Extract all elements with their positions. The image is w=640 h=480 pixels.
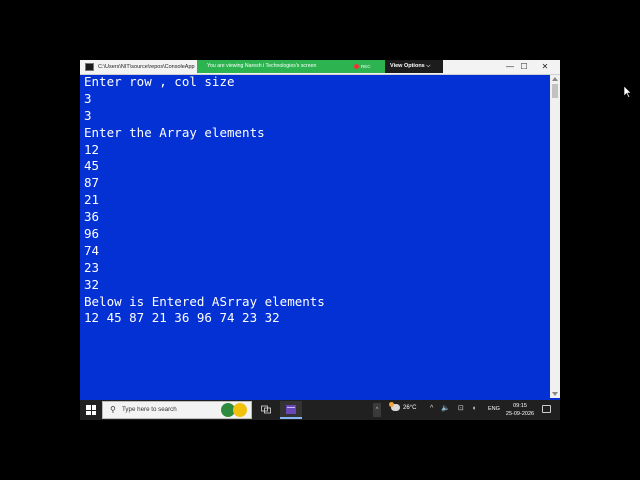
- console-app-taskbar-icon[interactable]: [280, 401, 302, 419]
- screen-share-banner: You are viewing Naresh i Technologies's …: [197, 60, 385, 73]
- system-tray-icons[interactable]: ^ 🔈 ⊡ ◖: [430, 404, 479, 412]
- record-dot-icon: [354, 64, 359, 69]
- weather-temperature: 26°C: [403, 405, 417, 412]
- language-indicator[interactable]: ENG: [488, 406, 500, 412]
- console-line: 45: [84, 158, 100, 174]
- clock-date: 25-09-2026: [505, 411, 535, 417]
- console-app-icon: [85, 63, 94, 71]
- console-line: 96: [84, 226, 100, 242]
- console-line: 23: [84, 259, 100, 275]
- search-icon: ⚲: [110, 405, 116, 414]
- close-icon[interactable]: ✕: [538, 60, 552, 74]
- taskbar-chevron-icon[interactable]: ^: [373, 403, 381, 417]
- console-line: 3: [84, 107, 92, 123]
- remote-screen: C:\Users\NIT\source\repos\ConsoleApp You…: [80, 60, 560, 420]
- taskbar-search[interactable]: ⚲ Type here to search: [102, 401, 252, 419]
- taskbar: ⚲ Type here to search ^ 26°C ^ 🔈 ⊡ ◖ ENG…: [80, 400, 560, 420]
- console-line: 3: [84, 90, 92, 106]
- console-line: 12 45 87 21 36 96 74 23 32: [84, 310, 280, 326]
- scroll-thumb[interactable]: [552, 84, 558, 98]
- search-placeholder: Type here to search: [122, 406, 177, 413]
- weather-icon: [389, 402, 400, 411]
- console-line: 36: [84, 209, 100, 225]
- console-line: 87: [84, 175, 100, 191]
- maximize-icon[interactable]: ☐: [517, 60, 531, 74]
- task-view-icon[interactable]: [255, 401, 277, 419]
- vertical-scrollbar[interactable]: [550, 75, 560, 398]
- console-line: 21: [84, 192, 100, 208]
- console-title-bar[interactable]: C:\Users\NIT\source\repos\ConsoleApp You…: [80, 60, 560, 75]
- scroll-up-icon[interactable]: [552, 77, 558, 81]
- scroll-down-icon[interactable]: [552, 392, 558, 396]
- console-line: 32: [84, 276, 100, 292]
- console-line: 12: [84, 141, 100, 157]
- console-line: Enter the Array elements: [84, 124, 265, 140]
- notification-icon[interactable]: [542, 405, 551, 413]
- window-title: C:\Users\NIT\source\repos\ConsoleApp: [98, 64, 195, 70]
- weather-widget[interactable]: 26°C: [389, 402, 417, 412]
- console-line: Enter row , col size: [84, 74, 235, 89]
- taskbar-clock[interactable]: 09:15 25-09-2026: [503, 402, 537, 418]
- view-options-button[interactable]: View Options ⌵: [385, 60, 443, 73]
- clock-time: 09:15: [513, 403, 527, 409]
- console-line: 74: [84, 242, 100, 258]
- minimize-icon[interactable]: —: [503, 60, 517, 74]
- rec-label: REC: [361, 64, 371, 69]
- windows-start-icon[interactable]: [86, 405, 96, 415]
- console-line: Below is Entered ASrray elements: [84, 293, 325, 309]
- console-output[interactable]: Enter row , col size 3 3 Enter the Array…: [84, 74, 546, 398]
- search-highlight-icon: [233, 403, 247, 417]
- screen-share-text: You are viewing Naresh i Technologies's …: [207, 63, 317, 69]
